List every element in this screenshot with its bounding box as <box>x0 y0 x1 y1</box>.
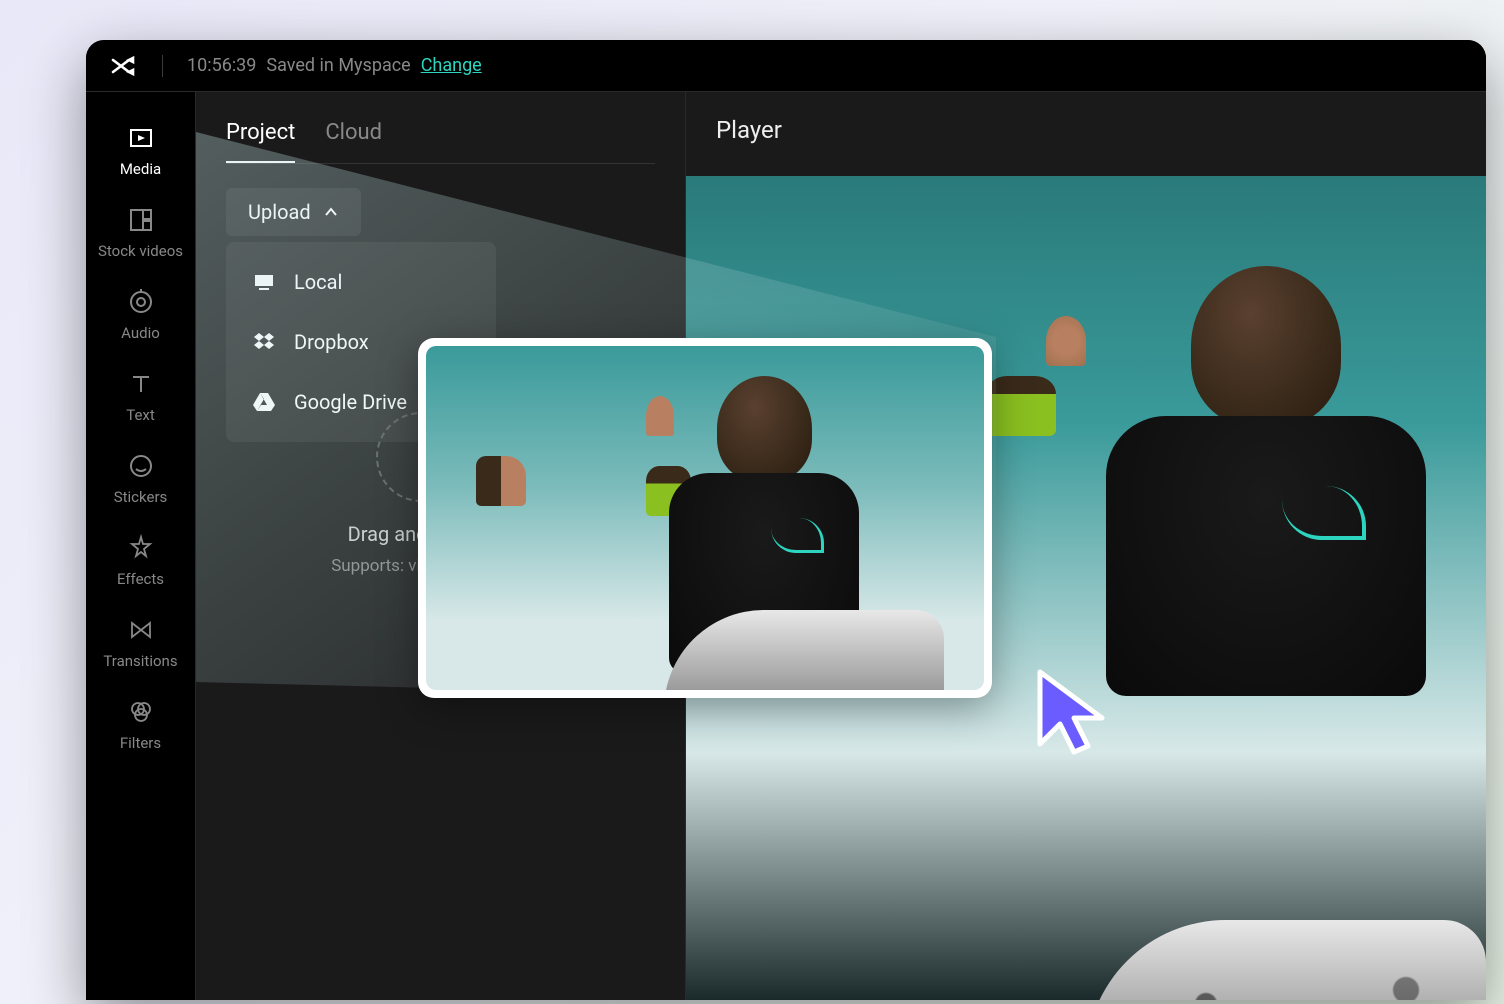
sidebar-item-label: Text <box>126 406 155 424</box>
sidebar-item-media[interactable]: Media <box>86 110 195 192</box>
timestamp: 10:56:39 <box>187 55 256 76</box>
chevron-up-icon <box>323 204 339 220</box>
dropdown-item-label: Local <box>294 270 342 294</box>
thumbnail-image <box>426 346 984 690</box>
sidebar: Media Stock videos Audio Text Stickers E… <box>86 92 196 1000</box>
surfer-figure <box>1096 266 1436 706</box>
background-person <box>986 376 1056 436</box>
dragged-thumbnail[interactable] <box>418 338 992 698</box>
top-bar: 10:56:39 Saved in Myspace Change <box>86 40 1486 92</box>
tab-cloud[interactable]: Cloud <box>325 110 382 163</box>
sidebar-item-effects[interactable]: Effects <box>86 520 195 602</box>
sidebar-item-label: Transitions <box>103 652 177 670</box>
dropdown-item-local[interactable]: Local <box>226 252 496 312</box>
sidebar-item-audio[interactable]: Audio <box>86 274 195 356</box>
sidebar-item-stickers[interactable]: Stickers <box>86 438 195 520</box>
filters-icon <box>127 698 155 726</box>
stock-icon <box>127 206 155 234</box>
sidebar-item-filters[interactable]: Filters <box>86 684 195 766</box>
player-label: Player <box>686 92 1486 168</box>
divider <box>162 55 163 77</box>
cursor-pointer-icon <box>1030 664 1120 764</box>
sidebar-item-transitions[interactable]: Transitions <box>86 602 195 684</box>
app-logo-icon[interactable] <box>108 51 138 81</box>
surfboard <box>1086 920 1486 1000</box>
dropdown-item-label: Google Drive <box>294 390 407 414</box>
sidebar-item-label: Stickers <box>114 488 168 506</box>
sidebar-item-text[interactable]: Text <box>86 356 195 438</box>
stickers-icon <box>127 452 155 480</box>
gdrive-icon <box>252 390 276 414</box>
upload-label: Upload <box>248 200 311 224</box>
sidebar-item-label: Effects <box>117 570 164 588</box>
sidebar-item-stock[interactable]: Stock videos <box>86 192 195 274</box>
local-icon <box>252 270 276 294</box>
audio-icon <box>127 288 155 316</box>
sidebar-item-label: Filters <box>120 734 161 752</box>
tab-project[interactable]: Project <box>226 110 295 163</box>
dropdown-item-label: Dropbox <box>294 330 369 354</box>
sidebar-item-label: Audio <box>121 324 160 342</box>
transitions-icon <box>127 616 155 644</box>
text-icon <box>127 370 155 398</box>
change-link[interactable]: Change <box>421 55 482 76</box>
upload-button[interactable]: Upload <box>226 188 361 236</box>
sidebar-item-label: Media <box>120 160 161 178</box>
media-icon <box>127 124 155 152</box>
effects-icon <box>127 534 155 562</box>
saved-status: Saved in Myspace <box>266 55 410 76</box>
panel-tabs: Project Cloud <box>226 110 655 164</box>
sidebar-item-label: Stock videos <box>98 242 183 260</box>
dropbox-icon <box>252 330 276 354</box>
background-person <box>1046 316 1086 366</box>
